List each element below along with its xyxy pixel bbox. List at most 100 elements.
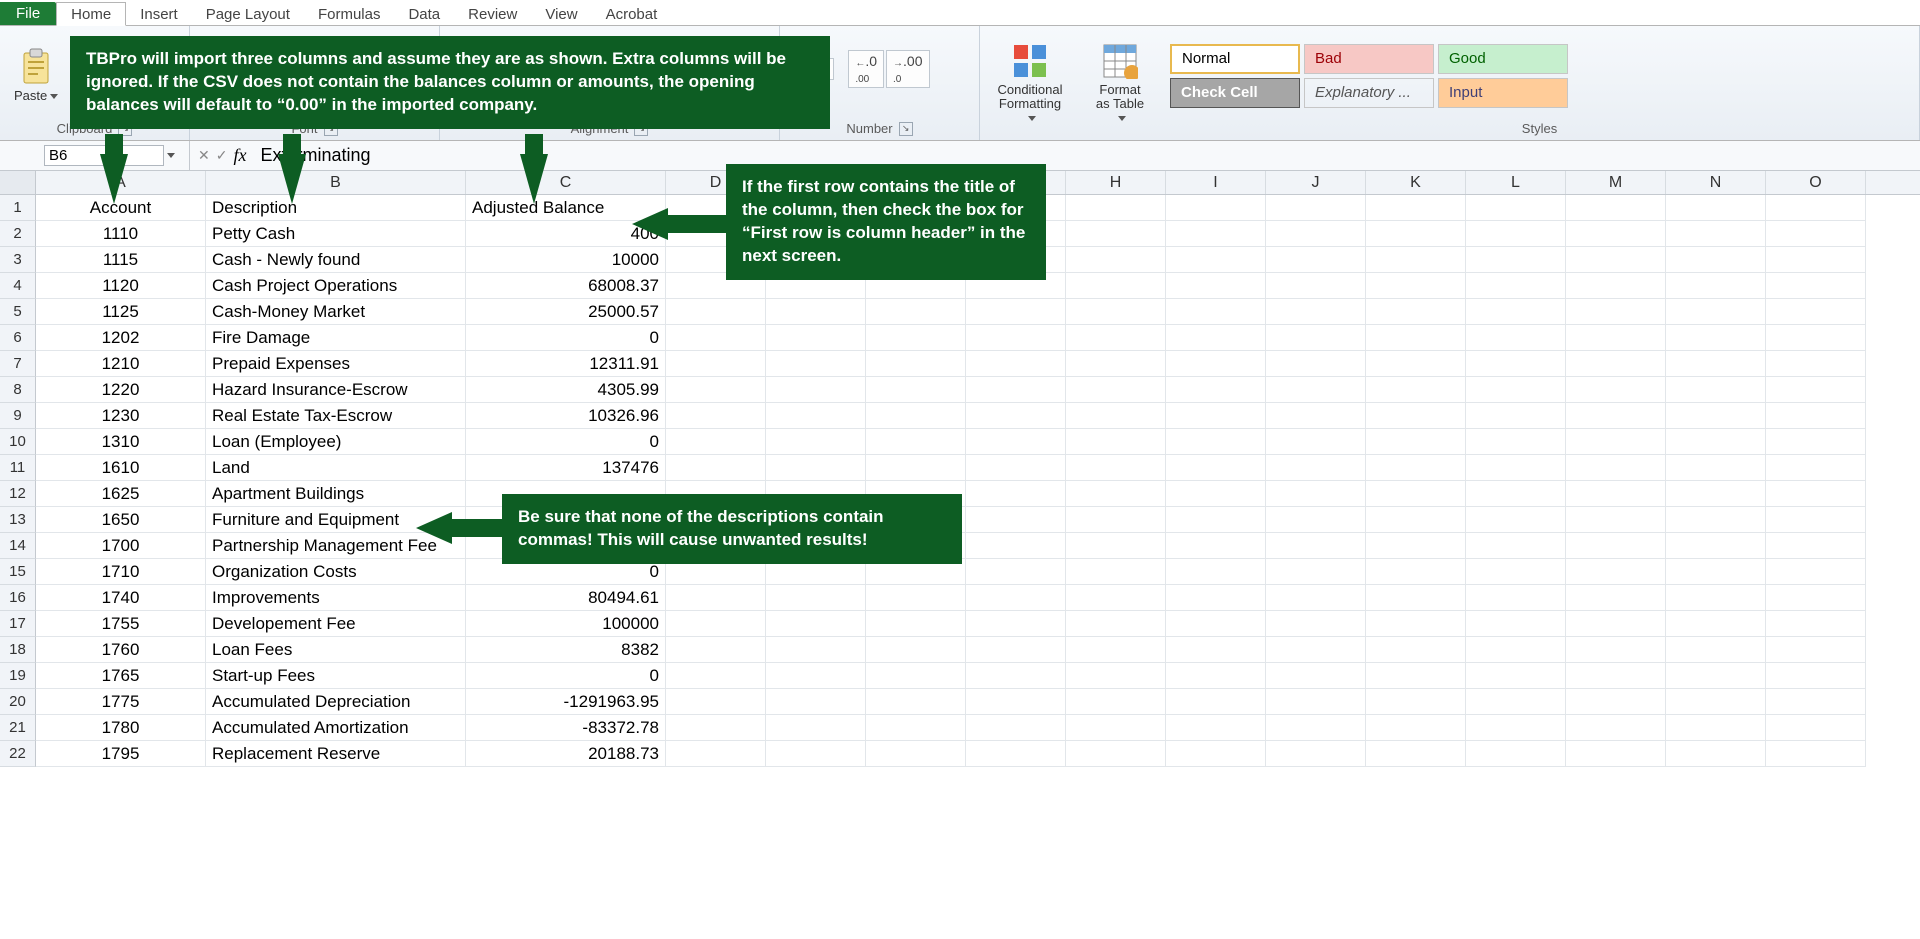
cell[interactable] bbox=[1666, 741, 1766, 767]
cell[interactable] bbox=[766, 455, 866, 481]
cell[interactable] bbox=[866, 455, 966, 481]
cell[interactable] bbox=[1466, 377, 1566, 403]
cell[interactable] bbox=[1766, 247, 1866, 273]
cell[interactable] bbox=[1166, 247, 1266, 273]
cell[interactable] bbox=[1366, 689, 1466, 715]
cell[interactable] bbox=[1466, 221, 1566, 247]
column-header[interactable]: B bbox=[206, 171, 466, 194]
cell[interactable]: Improvements bbox=[206, 585, 466, 611]
cell[interactable] bbox=[966, 299, 1066, 325]
cell[interactable] bbox=[1366, 195, 1466, 221]
cell[interactable] bbox=[966, 741, 1066, 767]
column-header[interactable]: M bbox=[1566, 171, 1666, 194]
cell[interactable] bbox=[766, 637, 866, 663]
cell[interactable] bbox=[1666, 247, 1766, 273]
cell[interactable] bbox=[1566, 455, 1666, 481]
cell[interactable] bbox=[1066, 351, 1166, 377]
cell[interactable]: Accumulated Depreciation bbox=[206, 689, 466, 715]
cell[interactable]: 1610 bbox=[36, 455, 206, 481]
row-header[interactable]: 10 bbox=[0, 429, 36, 455]
row-header[interactable]: 20 bbox=[0, 689, 36, 715]
cell[interactable] bbox=[966, 689, 1066, 715]
cell[interactable] bbox=[1266, 559, 1366, 585]
row-header[interactable]: 16 bbox=[0, 585, 36, 611]
cell[interactable]: 1230 bbox=[36, 403, 206, 429]
cell[interactable] bbox=[1166, 741, 1266, 767]
cell[interactable]: Start-up Fees bbox=[206, 663, 466, 689]
cell[interactable]: 1310 bbox=[36, 429, 206, 455]
cell[interactable] bbox=[1766, 351, 1866, 377]
cell[interactable] bbox=[1666, 533, 1766, 559]
cell[interactable] bbox=[1166, 403, 1266, 429]
cell[interactable] bbox=[1466, 689, 1566, 715]
cell[interactable] bbox=[766, 299, 866, 325]
cell[interactable] bbox=[766, 429, 866, 455]
cell[interactable]: 1210 bbox=[36, 351, 206, 377]
cell[interactable] bbox=[1466, 247, 1566, 273]
cell[interactable]: 0 bbox=[466, 429, 666, 455]
cell[interactable] bbox=[1166, 299, 1266, 325]
fx-enter-icon[interactable]: ✓ bbox=[216, 147, 228, 164]
cell[interactable] bbox=[966, 611, 1066, 637]
row-header[interactable]: 22 bbox=[0, 741, 36, 767]
cell[interactable]: -83372.78 bbox=[466, 715, 666, 741]
cell[interactable] bbox=[1766, 559, 1866, 585]
cell[interactable] bbox=[1666, 611, 1766, 637]
cell[interactable] bbox=[1466, 273, 1566, 299]
cell[interactable] bbox=[666, 741, 766, 767]
tab-data[interactable]: Data bbox=[394, 3, 454, 25]
cell[interactable] bbox=[1366, 585, 1466, 611]
cell[interactable] bbox=[1666, 663, 1766, 689]
cell[interactable]: 1110 bbox=[36, 221, 206, 247]
cell[interactable] bbox=[866, 429, 966, 455]
cell[interactable]: 1760 bbox=[36, 637, 206, 663]
cell[interactable] bbox=[1066, 299, 1166, 325]
tab-file[interactable]: File bbox=[0, 2, 56, 25]
cell[interactable] bbox=[1566, 481, 1666, 507]
cell[interactable] bbox=[666, 689, 766, 715]
cell[interactable] bbox=[1366, 455, 1466, 481]
cell[interactable] bbox=[1266, 585, 1366, 611]
row-header[interactable]: 19 bbox=[0, 663, 36, 689]
row-header[interactable]: 21 bbox=[0, 715, 36, 741]
cell[interactable]: 1650 bbox=[36, 507, 206, 533]
cell[interactable] bbox=[766, 611, 866, 637]
cell[interactable] bbox=[866, 663, 966, 689]
cell[interactable] bbox=[1366, 611, 1466, 637]
cell[interactable] bbox=[666, 377, 766, 403]
cell[interactable] bbox=[1766, 533, 1866, 559]
cell[interactable] bbox=[1766, 221, 1866, 247]
cell[interactable] bbox=[1166, 715, 1266, 741]
cell[interactable] bbox=[1466, 637, 1566, 663]
tab-review[interactable]: Review bbox=[454, 3, 531, 25]
cell[interactable] bbox=[1366, 299, 1466, 325]
cell[interactable] bbox=[1266, 455, 1366, 481]
conditional-formatting-button[interactable]: ConditionalFormatting bbox=[988, 39, 1072, 128]
cell[interactable] bbox=[666, 637, 766, 663]
cell[interactable] bbox=[1466, 481, 1566, 507]
cell[interactable] bbox=[966, 325, 1066, 351]
row-header[interactable]: 14 bbox=[0, 533, 36, 559]
row-header[interactable]: 2 bbox=[0, 221, 36, 247]
cell[interactable] bbox=[1666, 299, 1766, 325]
cell[interactable] bbox=[1666, 481, 1766, 507]
cell[interactable] bbox=[866, 351, 966, 377]
cell[interactable] bbox=[966, 533, 1066, 559]
cell[interactable]: 1710 bbox=[36, 559, 206, 585]
cell[interactable]: 137476 bbox=[466, 455, 666, 481]
cell[interactable] bbox=[1166, 689, 1266, 715]
cell[interactable] bbox=[1466, 195, 1566, 221]
cell[interactable] bbox=[1666, 559, 1766, 585]
tab-view[interactable]: View bbox=[531, 3, 591, 25]
cell[interactable]: Fire Damage bbox=[206, 325, 466, 351]
cell[interactable] bbox=[866, 637, 966, 663]
cell[interactable] bbox=[1566, 351, 1666, 377]
cell[interactable] bbox=[1066, 611, 1166, 637]
cell[interactable] bbox=[666, 715, 766, 741]
cell[interactable] bbox=[1366, 533, 1466, 559]
cell[interactable] bbox=[1766, 455, 1866, 481]
column-header[interactable]: K bbox=[1366, 171, 1466, 194]
cell[interactable] bbox=[766, 741, 866, 767]
cell[interactable] bbox=[1466, 715, 1566, 741]
cell[interactable] bbox=[1066, 429, 1166, 455]
